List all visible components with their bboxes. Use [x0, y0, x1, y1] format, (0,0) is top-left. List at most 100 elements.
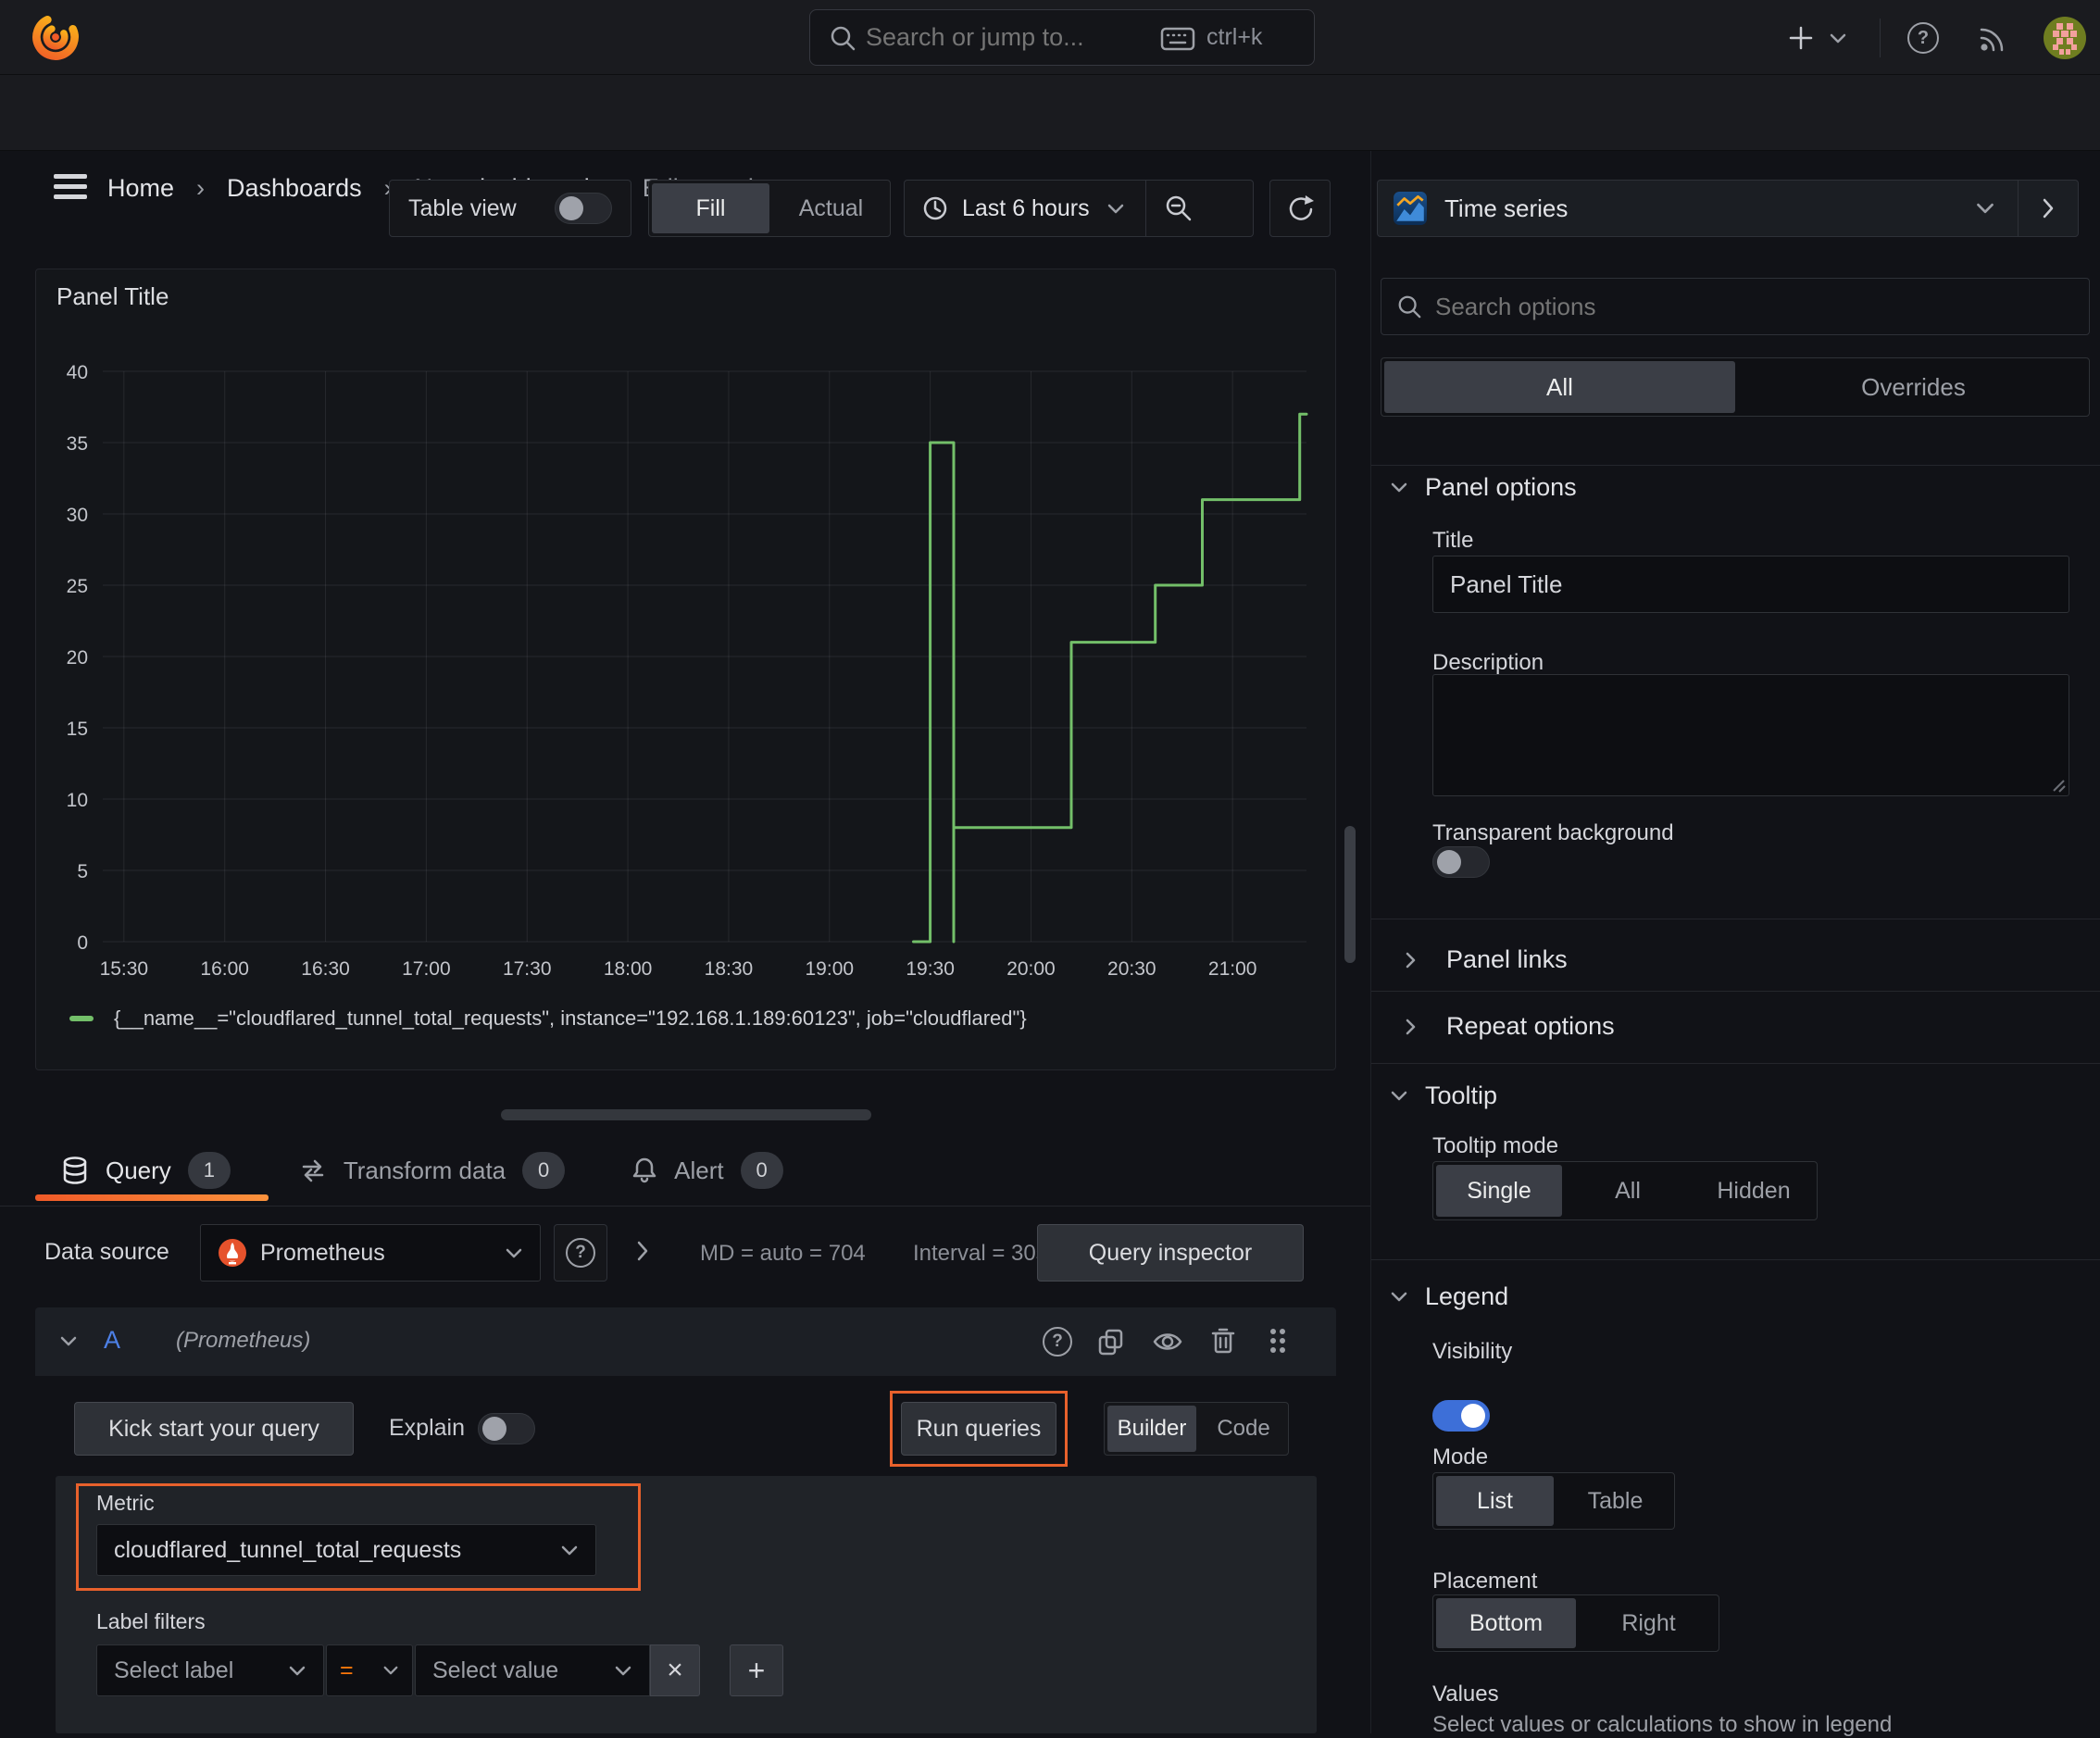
query-ref-id[interactable]: A — [104, 1326, 120, 1355]
transform-icon — [299, 1157, 327, 1184]
textarea-resize-handle[interactable] — [2051, 778, 2066, 793]
select-value-dropdown[interactable]: Select value — [415, 1644, 650, 1696]
tooltip-header[interactable]: Tooltip — [1390, 1082, 1497, 1110]
news-rss-icon[interactable] — [1978, 22, 2009, 54]
tooltip-mode-single[interactable]: Single — [1436, 1165, 1562, 1217]
bell-icon — [631, 1157, 657, 1184]
tooltip-header-label: Tooltip — [1425, 1082, 1498, 1109]
query-help-icon[interactable]: ? — [1043, 1327, 1072, 1357]
panel-options-header[interactable]: Panel options — [1390, 473, 1577, 502]
transparent-background-toggle[interactable] — [1432, 846, 1490, 878]
toggle-visibility-eye-icon[interactable] — [1152, 1328, 1183, 1356]
datasource-label: Data source — [44, 1239, 169, 1265]
datasource-select[interactable]: Prometheus — [200, 1224, 541, 1282]
chart-legend[interactable]: {__name__="cloudflared_tunnel_total_requ… — [69, 1007, 1027, 1031]
repeat-options-section[interactable]: Repeat options — [1405, 1012, 1615, 1041]
svg-text:16:00: 16:00 — [200, 958, 249, 980]
timeseries-viz-icon — [1393, 191, 1428, 226]
add-new-button[interactable] — [1787, 24, 1815, 52]
legend-mode-table[interactable]: Table — [1556, 1473, 1674, 1529]
viz-pane-expand-chevron-right-icon[interactable] — [2019, 196, 2078, 220]
database-icon — [61, 1156, 89, 1185]
grafana-logo-icon[interactable] — [31, 13, 80, 61]
select-value-chevron-down-icon — [614, 1665, 632, 1677]
builder-option[interactable]: Builder — [1107, 1406, 1196, 1452]
active-tab-underline — [35, 1194, 269, 1201]
user-avatar[interactable] — [2043, 16, 2087, 60]
time-widget-divider — [1144, 181, 1146, 236]
fill-actual-segment: Fill Actual — [648, 180, 891, 237]
legend-placement-right[interactable]: Right — [1579, 1595, 1719, 1651]
panel-links-section[interactable]: Panel links — [1405, 945, 1568, 974]
legend-placement-bottom[interactable]: Bottom — [1436, 1598, 1576, 1648]
delete-query-trash-icon[interactable] — [1209, 1326, 1237, 1356]
tab-alert[interactable]: Alert 0 — [631, 1152, 783, 1189]
add-new-chevron-down-icon[interactable] — [1829, 32, 1847, 44]
remove-filter-button[interactable]: × — [650, 1644, 700, 1696]
global-search-box[interactable]: ctrl+k — [809, 9, 1315, 66]
left-scrollbar-thumb[interactable] — [1344, 826, 1356, 963]
legend-header[interactable]: Legend — [1390, 1282, 1508, 1311]
options-divider — [1371, 465, 2100, 466]
breadcrumb-separator: › — [196, 173, 206, 202]
operator-dropdown[interactable]: = — [326, 1644, 413, 1696]
svg-text:15: 15 — [67, 719, 88, 740]
explain-toggle[interactable] — [478, 1413, 535, 1444]
resize-drag-handle[interactable] — [501, 1109, 871, 1120]
datasource-help-button[interactable]: ? — [554, 1224, 607, 1282]
max-data-points-stat: MD = auto = 704 — [700, 1241, 866, 1266]
transparent-background-label: Transparent background — [1432, 820, 1674, 845]
table-view-control: Table view — [389, 180, 631, 237]
panel-title-input[interactable] — [1432, 556, 2069, 613]
tab-transform[interactable]: Transform data 0 — [299, 1152, 566, 1189]
editor-tabs: Query 1 Transform data 0 Alert 0 — [61, 1144, 783, 1196]
chart-panel: Panel Title 0 5 10 15 20 25 30 35 40 15:30 16:00 16… — [35, 269, 1336, 1070]
duplicate-query-icon[interactable] — [1096, 1327, 1126, 1357]
tooltip-mode-all[interactable]: All — [1565, 1162, 1691, 1219]
actual-option[interactable]: Actual — [772, 181, 890, 236]
refresh-button[interactable] — [1269, 180, 1331, 237]
menu-hamburger-icon[interactable] — [54, 174, 87, 199]
options-tab-all[interactable]: All — [1384, 361, 1735, 413]
add-filter-button[interactable]: + — [730, 1644, 783, 1696]
viz-picker-label: Time series — [1444, 194, 1569, 222]
code-option[interactable]: Code — [1199, 1403, 1288, 1455]
global-search-input[interactable] — [866, 12, 1144, 63]
title-label: Title — [1432, 528, 1474, 553]
kick-start-query-button[interactable]: Kick start your query — [74, 1402, 354, 1456]
metric-select[interactable]: cloudflared_tunnel_total_requests — [96, 1524, 596, 1576]
panel-title[interactable]: Panel Title — [56, 282, 169, 311]
options-search-box[interactable] — [1381, 278, 2090, 335]
plus-icon: + — [747, 1653, 766, 1687]
drag-grip-icon[interactable] — [1267, 1326, 1289, 1356]
run-queries-button[interactable]: Run queries — [901, 1402, 1056, 1456]
legend-mode-list[interactable]: List — [1436, 1476, 1554, 1526]
options-tab-overrides[interactable]: Overrides — [1738, 358, 2089, 416]
select-label-dropdown[interactable]: Select label — [96, 1644, 324, 1696]
table-view-toggle[interactable] — [555, 193, 612, 224]
tab-query[interactable]: Query 1 — [61, 1152, 231, 1189]
zoom-out-icon[interactable] — [1163, 193, 1194, 224]
svg-text:30: 30 — [67, 505, 88, 526]
legend-series-label[interactable]: {__name__="cloudflared_tunnel_total_requ… — [114, 1007, 1027, 1031]
query-inspector-button[interactable]: Query inspector — [1037, 1224, 1304, 1282]
options-search-input[interactable] — [1435, 281, 2046, 332]
description-textarea[interactable] — [1432, 674, 2069, 796]
breadcrumb-home[interactable]: Home — [107, 174, 174, 203]
help-icon[interactable]: ? — [1907, 22, 1939, 54]
time-range-picker[interactable]: Last 6 hours — [904, 180, 1254, 237]
query-options-chevron-right-icon[interactable] — [635, 1239, 650, 1263]
legend-mode-label: Mode — [1432, 1444, 1489, 1469]
tooltip-mode-hidden[interactable]: Hidden — [1691, 1162, 1817, 1219]
breadcrumb-dashboards[interactable]: Dashboards — [227, 174, 362, 203]
timeseries-chart[interactable]: 0 5 10 15 20 25 30 35 40 15:30 16:00 16:30 17:00 17:3… — [36, 316, 1337, 1001]
fill-option[interactable]: Fill — [652, 183, 769, 233]
visualization-picker[interactable]: Time series — [1377, 180, 2079, 237]
query-collapse-chevron-down-icon[interactable] — [59, 1335, 78, 1347]
legend-visibility-toggle[interactable] — [1432, 1400, 1490, 1432]
interval-stat: Interval = 30s — [913, 1241, 1047, 1266]
metric-value: cloudflared_tunnel_total_requests — [114, 1536, 462, 1563]
tab-query-label: Query — [106, 1156, 171, 1184]
options-divider — [1371, 1063, 2100, 1064]
query-row-header[interactable]: A (Prometheus) ? — [35, 1307, 1336, 1376]
